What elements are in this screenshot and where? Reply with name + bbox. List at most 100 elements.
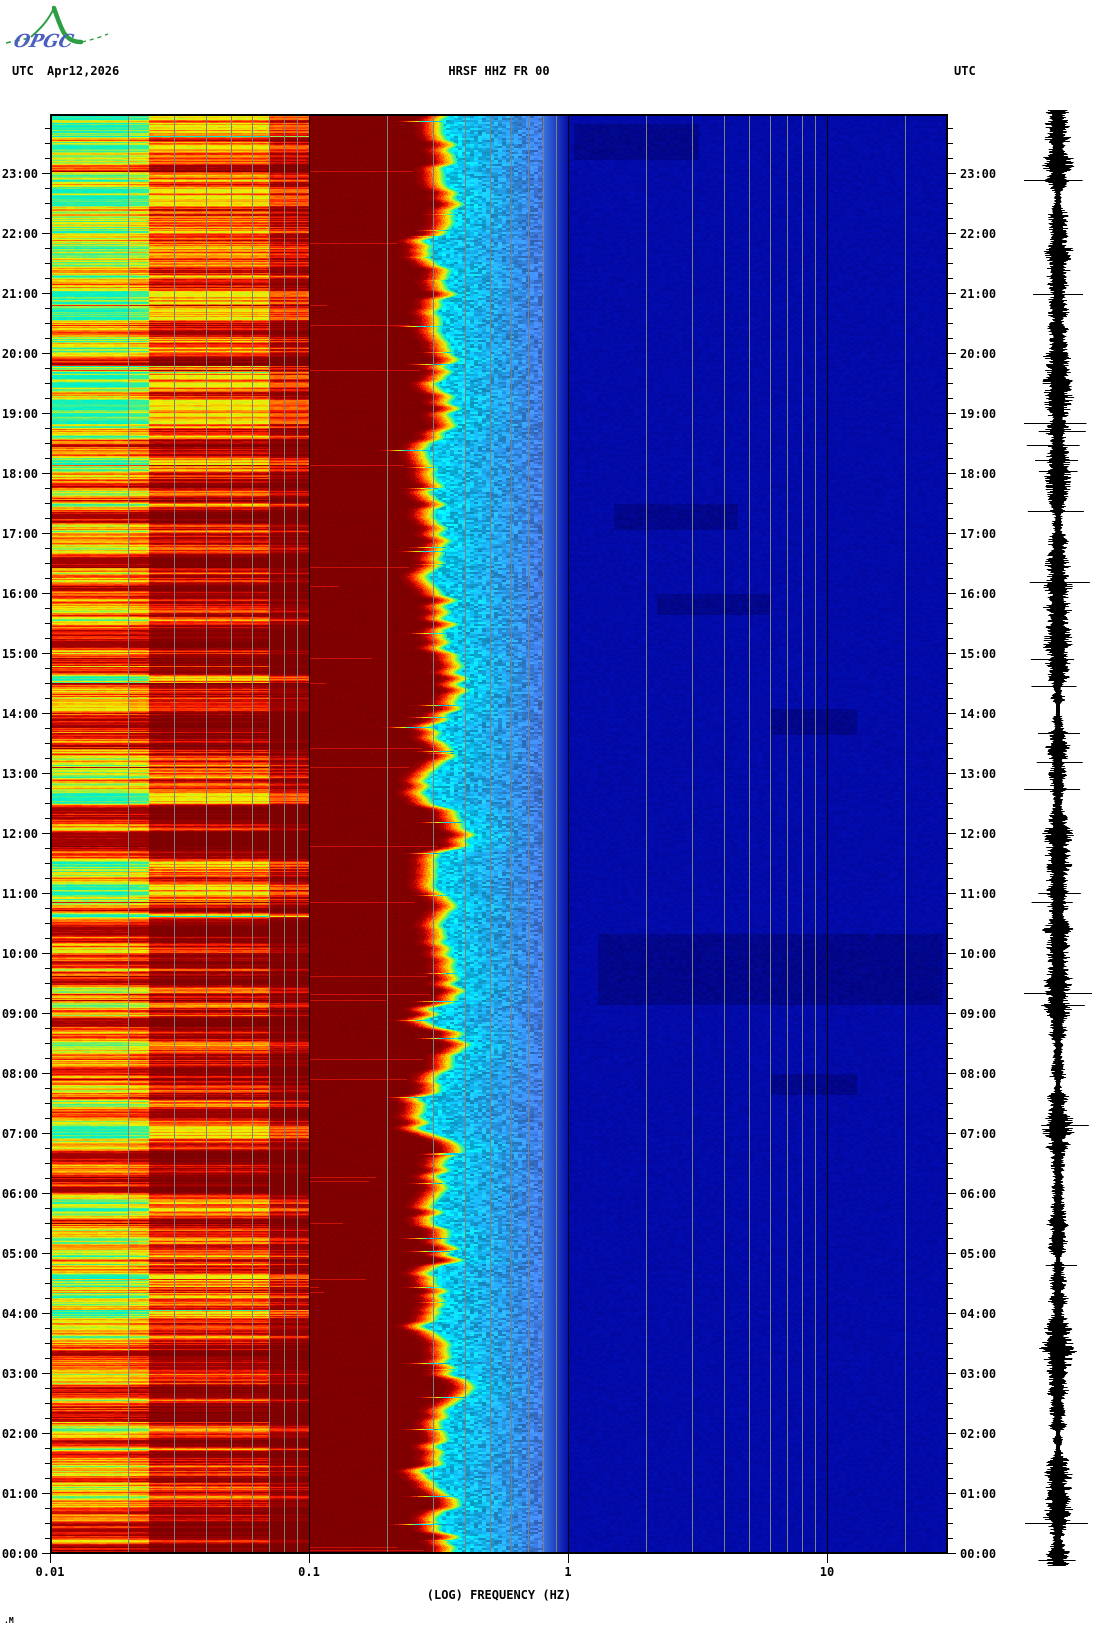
time-tick-R: [948, 443, 953, 444]
time-tick-L: [45, 1538, 50, 1539]
time-tick-R: [948, 248, 953, 249]
time-tick-L: [42, 353, 50, 354]
time-tick-R: [948, 818, 953, 819]
time-label-left: 00:00: [1, 1547, 38, 1561]
time-tick-R: [948, 1058, 953, 1059]
time-label-right: 00:00: [960, 1547, 997, 1561]
time-label-right: 01:00: [960, 1487, 997, 1501]
opgc-logo-icon: OPGC: [5, 5, 109, 52]
time-tick-R: [948, 593, 956, 594]
time-label-right: 02:00: [960, 1427, 997, 1441]
time-label-right: 15:00: [960, 647, 997, 661]
time-tick-R: [948, 1433, 956, 1434]
time-tick-R: [948, 473, 956, 474]
time-tick-R: [948, 893, 956, 894]
time-tick-L: [45, 668, 50, 669]
time-label-right: 19:00: [960, 407, 997, 421]
time-tick-R: [948, 398, 953, 399]
time-tick-L: [42, 413, 50, 414]
time-tick-R: [948, 1118, 953, 1119]
time-label-right: 06:00: [960, 1187, 997, 1201]
time-tick-R: [948, 623, 953, 624]
freq-tick: [50, 1554, 51, 1563]
time-label-left: 05:00: [1, 1247, 38, 1261]
time-label-left: 09:00: [1, 1007, 38, 1021]
time-tick-R: [948, 848, 953, 849]
time-tick-L: [45, 398, 50, 399]
time-tick-L: [45, 983, 50, 984]
time-tick-L: [45, 938, 50, 939]
time-tick-L: [45, 143, 50, 144]
time-tick-L: [45, 1118, 50, 1119]
time-tick-L: [45, 1148, 50, 1149]
time-tick-L: [45, 1088, 50, 1089]
freq-label: 0.01: [35, 1565, 65, 1579]
time-label-left: 15:00: [1, 647, 38, 661]
time-tick-R: [948, 428, 953, 429]
time-tick-L: [45, 638, 50, 639]
time-label-left: 03:00: [1, 1367, 38, 1381]
time-tick-R: [948, 1358, 953, 1359]
time-tick-R: [948, 218, 953, 219]
time-label-left: 20:00: [1, 347, 38, 361]
time-label-right: 09:00: [960, 1007, 997, 1021]
time-tick-R: [948, 1523, 953, 1524]
time-tick-L: [42, 713, 50, 714]
time-tick-L: [45, 548, 50, 549]
time-label-right: 08:00: [960, 1067, 997, 1081]
time-tick-L: [45, 578, 50, 579]
time-tick-R: [948, 368, 953, 369]
time-tick-R: [948, 1163, 953, 1164]
time-tick-L: [45, 1523, 50, 1524]
time-label-left: 23:00: [1, 167, 38, 181]
time-tick-L: [45, 1028, 50, 1029]
time-tick-L: [42, 293, 50, 294]
time-tick-L: [45, 368, 50, 369]
time-label-right: 20:00: [960, 347, 997, 361]
time-tick-R: [948, 293, 956, 294]
time-label-left: 14:00: [1, 707, 38, 721]
time-tick-R: [948, 158, 953, 159]
time-tick-L: [45, 383, 50, 384]
time-tick-R: [948, 1538, 953, 1539]
time-tick-L: [42, 1433, 50, 1434]
time-tick-L: [45, 563, 50, 564]
time-tick-R: [948, 1403, 953, 1404]
time-label-left: 22:00: [1, 227, 38, 241]
time-tick-R: [948, 638, 953, 639]
time-tick-L: [45, 818, 50, 819]
time-tick-R: [948, 1223, 953, 1224]
time-tick-R: [948, 1343, 953, 1344]
time-tick-R: [948, 1298, 953, 1299]
time-tick-R: [948, 1013, 956, 1014]
time-tick-L: [42, 1253, 50, 1254]
time-tick-R: [948, 908, 953, 909]
time-tick-L: [45, 1163, 50, 1164]
time-tick-R: [948, 713, 956, 714]
time-tick-R: [948, 548, 953, 549]
time-tick-R: [948, 653, 956, 654]
freq-label: 10: [819, 1565, 835, 1579]
time-tick-L: [42, 653, 50, 654]
time-label-right: 18:00: [960, 467, 997, 481]
time-tick-R: [948, 863, 953, 864]
time-tick-L: [45, 878, 50, 879]
time-tick-L: [45, 1298, 50, 1299]
time-tick-L: [45, 758, 50, 759]
time-tick-R: [948, 533, 956, 534]
time-tick-R: [948, 1178, 953, 1179]
time-tick-R: [948, 698, 953, 699]
time-tick-R: [948, 1328, 953, 1329]
time-label-left: 04:00: [1, 1307, 38, 1321]
time-tick-L: [45, 218, 50, 219]
time-tick-R: [948, 1493, 956, 1494]
time-tick-L: [45, 308, 50, 309]
time-tick-L: [42, 1013, 50, 1014]
time-tick-R: [948, 728, 953, 729]
time-label-right: 14:00: [960, 707, 997, 721]
time-tick-R: [948, 413, 956, 414]
time-tick-L: [45, 1508, 50, 1509]
time-tick-R: [948, 1103, 953, 1104]
time-label-right: 16:00: [960, 587, 997, 601]
freq-tick: [827, 1554, 828, 1563]
